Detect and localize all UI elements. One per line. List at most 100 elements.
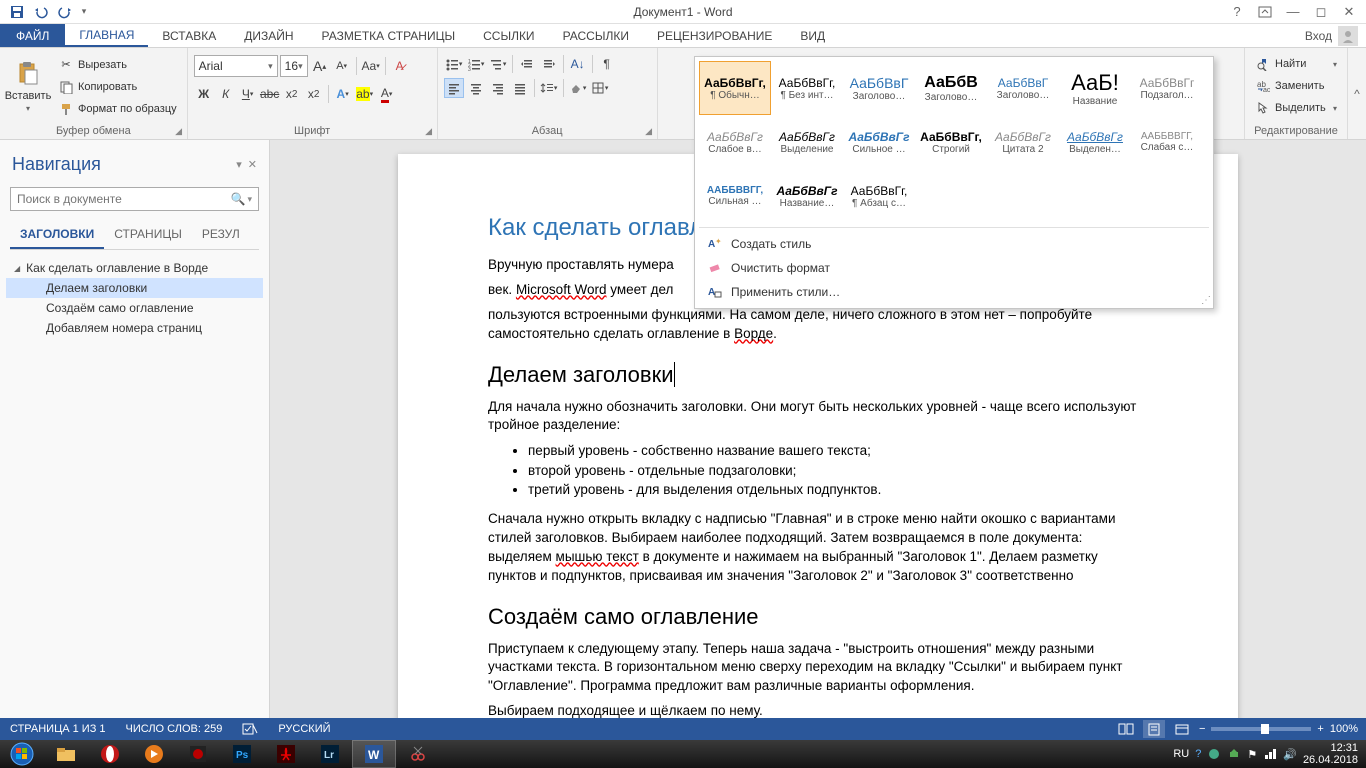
tab-insert[interactable]: ВСТАВКА (148, 24, 230, 47)
create-style-action[interactable]: A✦Создать стиль (699, 232, 1209, 256)
align-center-button[interactable] (466, 78, 486, 98)
shading-button[interactable]: ▾ (568, 78, 588, 98)
tb-word[interactable]: W (352, 740, 396, 768)
tb-network-icon[interactable] (1263, 747, 1277, 761)
tb-flag-icon[interactable]: ⚑ (1247, 748, 1257, 761)
align-right-button[interactable] (488, 78, 508, 98)
bold-button[interactable]: Ж (194, 84, 214, 104)
tb-photoshop[interactable]: Ps (220, 740, 264, 768)
resize-grip[interactable]: ⋰ (1201, 295, 1211, 306)
style-item[interactable]: АаБбВвГгСильное … (843, 115, 915, 169)
tree-heading-1[interactable]: Как сделать оглавление в Ворде (6, 258, 263, 278)
style-item[interactable]: АаБбВвГгПодзагол… (1131, 61, 1203, 115)
style-item[interactable]: АаБбВвГЗаголово… (843, 61, 915, 115)
tab-references[interactable]: ССЫЛКИ (469, 24, 548, 47)
tb-tray-icon[interactable] (1207, 747, 1221, 761)
paragraph-launcher[interactable]: ◢ (643, 125, 655, 137)
style-item[interactable]: АаБбВвГг,Строгий (915, 115, 987, 169)
search-icon[interactable]: 🔍 (231, 192, 246, 206)
tb-help-icon[interactable]: ? (1195, 748, 1201, 760)
nav-tab-pages[interactable]: СТРАНИЦЫ (104, 221, 192, 249)
font-color-button[interactable]: A▾ (377, 84, 397, 104)
style-item[interactable]: АаБбВвГг,¶ Абзац с… (843, 169, 915, 223)
bullets-button[interactable]: ▾ (444, 54, 464, 74)
line-spacing-button[interactable]: ▾ (539, 78, 559, 98)
nav-tab-headings[interactable]: ЗАГОЛОВКИ (10, 221, 104, 249)
tree-item[interactable]: Делаем заголовки (6, 278, 263, 298)
multilevel-button[interactable]: ▾ (488, 54, 508, 74)
tb-acrobat[interactable] (264, 740, 308, 768)
zoom-label[interactable]: 100% (1330, 723, 1358, 735)
outdent-button[interactable] (517, 54, 537, 74)
borders-button[interactable]: ▾ (590, 78, 610, 98)
tb-lang[interactable]: RU (1173, 748, 1189, 760)
redo-button[interactable] (54, 2, 76, 22)
format-painter-button[interactable]: Формат по образцу (54, 99, 181, 119)
find-button[interactable]: Найти▾ (1251, 54, 1341, 74)
view-web[interactable] (1171, 720, 1193, 738)
user-icon[interactable] (1338, 26, 1358, 46)
underline-button[interactable]: Ч▾ (238, 84, 258, 104)
tab-layout[interactable]: РАЗМЕТКА СТРАНИЦЫ (308, 24, 470, 47)
undo-button[interactable] (30, 2, 52, 22)
show-marks-button[interactable]: ¶ (597, 54, 617, 74)
grow-font-button[interactable]: A▴ (310, 56, 330, 76)
highlight-button[interactable]: ab▾ (355, 84, 375, 104)
tab-mailings[interactable]: РАССЫЛКИ (549, 24, 643, 47)
style-item[interactable]: АаБбВвГгВыделение (771, 115, 843, 169)
qat-customize[interactable]: ▾ (78, 2, 90, 22)
close-button[interactable]: ✕ (1336, 2, 1362, 22)
numbering-button[interactable]: 123▾ (466, 54, 486, 74)
text-effects-button[interactable]: A▾ (333, 84, 353, 104)
nav-search-input[interactable] (17, 192, 231, 206)
style-item[interactable]: АаБбВвГгВыделен… (1059, 115, 1131, 169)
view-print[interactable] (1143, 720, 1165, 738)
align-justify-button[interactable] (510, 78, 530, 98)
view-read[interactable] (1115, 720, 1137, 738)
zoom-in[interactable]: + (1317, 723, 1323, 735)
style-item[interactable]: АаБбВвГг,¶ Обычн… (699, 61, 771, 115)
strike-button[interactable]: abc (260, 84, 280, 104)
superscript-button[interactable]: x2 (304, 84, 324, 104)
clear-format-action[interactable]: Очистить формат (699, 256, 1209, 280)
tab-review[interactable]: РЕЦЕНЗИРОВАНИЕ (643, 24, 786, 47)
tb-media[interactable] (132, 740, 176, 768)
tree-item[interactable]: Добавляем номера страниц (6, 318, 263, 338)
nav-search[interactable]: 🔍 ▾ (10, 187, 259, 211)
tab-view[interactable]: ВИД (786, 24, 839, 47)
tb-lightroom[interactable]: Lr (308, 740, 352, 768)
login-link[interactable]: Вход (1305, 29, 1332, 43)
maximize-button[interactable]: ◻ (1308, 2, 1334, 22)
zoom-slider[interactable] (1211, 727, 1311, 731)
align-left-button[interactable] (444, 78, 464, 98)
copy-button[interactable]: Копировать (54, 77, 181, 97)
cut-button[interactable]: ✂Вырезать (54, 55, 181, 75)
tb-explorer[interactable] (44, 740, 88, 768)
style-item[interactable]: АаБбВвГгНазвание… (771, 169, 843, 223)
style-item[interactable]: АаБбВЗаголово… (915, 61, 987, 115)
indent-button[interactable] (539, 54, 559, 74)
clear-format-button[interactable]: A̷ (390, 56, 410, 76)
shrink-font-button[interactable]: A▾ (332, 56, 352, 76)
minimize-button[interactable]: — (1280, 2, 1306, 22)
replace-button[interactable]: abacЗаменить (1251, 76, 1341, 96)
italic-button[interactable]: К (216, 84, 236, 104)
status-lang[interactable]: РУССКИЙ (268, 723, 340, 735)
tree-item[interactable]: Создаём само оглавление (6, 298, 263, 318)
nav-tab-results[interactable]: РЕЗУЛ (192, 221, 250, 249)
status-page[interactable]: СТРАНИЦА 1 ИЗ 1 (0, 723, 116, 735)
tab-home[interactable]: ГЛАВНАЯ (65, 24, 148, 47)
select-button[interactable]: Выделить▾ (1251, 98, 1341, 118)
nav-close[interactable]: ✕ (248, 158, 257, 171)
tb-snip[interactable] (396, 740, 440, 768)
tb-opera[interactable] (88, 740, 132, 768)
font-size-combo[interactable]: 16▾ (280, 55, 308, 77)
start-button[interactable] (0, 740, 44, 768)
change-case-button[interactable]: Aa▾ (361, 56, 381, 76)
collapse-ribbon-button[interactable]: ^ (1348, 48, 1366, 139)
apply-styles-action[interactable]: AПрименить стили… (699, 280, 1209, 304)
font-name-combo[interactable]: Arial▾ (194, 55, 278, 77)
style-item[interactable]: АаБбВвГЗаголово… (987, 61, 1059, 115)
style-item[interactable]: АаБбВвГгЦитата 2 (987, 115, 1059, 169)
zoom-out[interactable]: − (1199, 723, 1205, 735)
